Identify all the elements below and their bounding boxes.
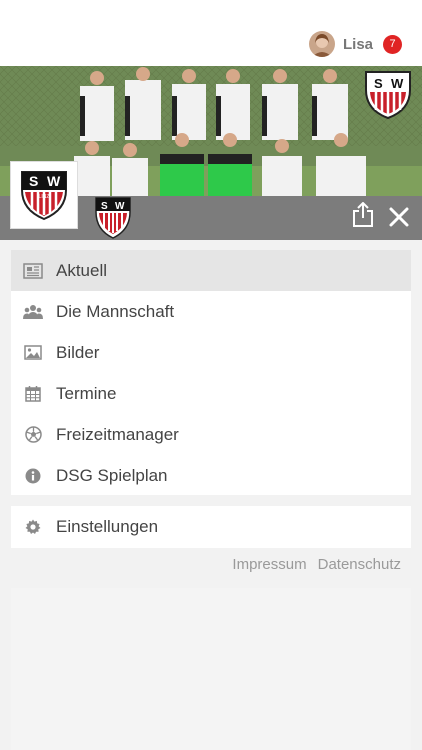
menu-label: DSG Spielplan xyxy=(56,465,168,485)
empty-content-area xyxy=(11,588,411,750)
menu-item-dsg-spielplan[interactable]: DSG Spielplan xyxy=(11,455,411,496)
datenschutz-link[interactable]: Datenschutz xyxy=(318,556,401,578)
notification-badge[interactable]: 7 xyxy=(383,34,402,54)
image-icon xyxy=(23,343,43,363)
club-logo[interactable]: S W LINZ xyxy=(10,161,78,229)
users-icon xyxy=(23,302,43,322)
share-button[interactable] xyxy=(351,201,375,228)
top-bar: Lisa 7 xyxy=(0,0,422,66)
settings-menu: Einstellungen xyxy=(11,506,411,548)
menu-label: Freizeitmanager xyxy=(56,424,179,444)
user-avatar[interactable] xyxy=(308,31,335,57)
menu-label: Termine xyxy=(56,383,117,403)
logo-letter-s: S xyxy=(29,173,38,189)
gear-icon xyxy=(23,517,43,537)
logo-letter-w: W xyxy=(47,173,61,189)
menu-item-freizeitmanager[interactable]: Freizeitmanager xyxy=(11,414,411,455)
user-name[interactable]: Lisa xyxy=(343,36,373,53)
share-icon xyxy=(353,201,373,227)
club-crest-small: S W xyxy=(93,196,133,240)
menu-item-bilder[interactable]: Bilder xyxy=(11,332,411,373)
menu-label: Aktuell xyxy=(56,260,108,280)
user-menu[interactable]: Lisa 7 xyxy=(308,30,402,58)
footer-links: Impressum Datenschutz xyxy=(232,556,401,578)
menu-item-aktuell[interactable]: Aktuell xyxy=(11,250,411,291)
menu-item-termine[interactable]: Termine xyxy=(11,373,411,414)
crest-letter-w: W xyxy=(391,76,404,91)
menu-item-einstellungen[interactable]: Einstellungen xyxy=(11,506,411,547)
logo-city: LINZ xyxy=(39,194,50,200)
info-icon xyxy=(23,466,43,486)
main-menu: Aktuell Die Mannschaft Bilder Termine Fr… xyxy=(11,250,411,495)
club-crest-photo: S W xyxy=(362,68,414,120)
close-button[interactable] xyxy=(387,205,411,229)
small-crest-w: W xyxy=(115,201,125,212)
close-icon xyxy=(389,207,409,227)
impressum-link[interactable]: Impressum xyxy=(232,556,306,578)
newspaper-icon xyxy=(23,261,43,281)
menu-label: Die Mannschaft xyxy=(56,301,175,321)
menu-label: Bilder xyxy=(56,342,100,362)
calendar-icon xyxy=(23,384,43,404)
soccer-ball-icon xyxy=(23,425,43,445)
crest-letter-s: S xyxy=(374,76,383,91)
menu-item-die-mannschaft[interactable]: Die Mannschaft xyxy=(11,291,411,332)
menu-label: Einstellungen xyxy=(56,516,159,536)
small-crest-s: S xyxy=(101,201,108,212)
